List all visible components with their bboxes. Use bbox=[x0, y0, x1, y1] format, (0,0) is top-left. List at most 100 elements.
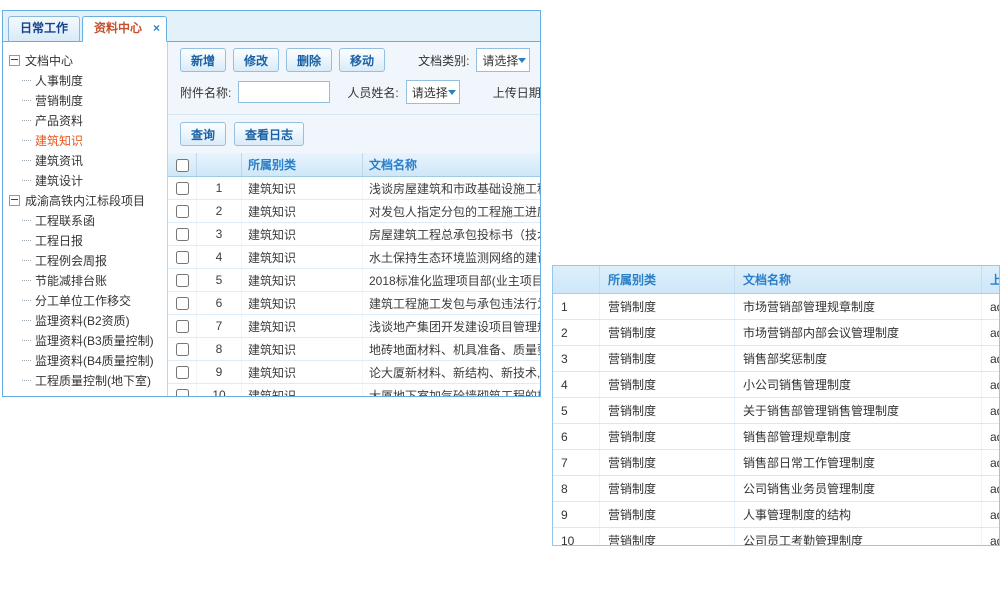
row-index-cell: 10 bbox=[553, 528, 600, 547]
checkbox-cell bbox=[168, 200, 197, 223]
category-cell: 营销制度 bbox=[600, 476, 735, 502]
tab-data-center[interactable]: 资料中心 × bbox=[82, 16, 167, 42]
person-name-label: 人员姓名: bbox=[347, 84, 398, 101]
tree-item-label: 文档中心 bbox=[25, 52, 73, 69]
tree-item[interactable]: 监理资料(B2资质) bbox=[9, 310, 165, 330]
table-row[interactable]: 10 建筑知识 大厦地下室加气砼墙砌筑工程的施工方... bbox=[168, 384, 540, 398]
delete-button[interactable]: 删除 bbox=[286, 48, 332, 72]
table-row[interactable]: 7 建筑知识 浅谈地产集团开发建设项目管理规划编... bbox=[168, 315, 540, 338]
table-row[interactable]: 8 营销制度 公司销售业务员管理制度 admin bbox=[553, 476, 1000, 502]
uploader-cell: admin bbox=[982, 450, 1000, 476]
tree-item[interactable]: 建筑设计 bbox=[9, 170, 165, 190]
tree-item[interactable]: 分工单位工作移交 bbox=[9, 290, 165, 310]
tree-item[interactable]: 工程日报 bbox=[9, 230, 165, 250]
table-row[interactable]: 2 建筑知识 对发包人指定分包的工程施工进度安排... bbox=[168, 200, 540, 223]
tree-item[interactable]: 产品资料 bbox=[9, 110, 165, 130]
row-index-cell: 8 bbox=[553, 476, 600, 502]
tree-item-label: 产品资料 bbox=[35, 112, 83, 129]
row-index-cell: 3 bbox=[197, 223, 242, 246]
collapse-icon[interactable] bbox=[9, 195, 20, 206]
row-index-cell: 6 bbox=[553, 424, 600, 450]
row-checkbox[interactable] bbox=[176, 228, 189, 241]
tree-item[interactable]: 人事制度 bbox=[9, 70, 165, 90]
row-index-cell: 10 bbox=[197, 384, 242, 398]
tree-item[interactable]: 工程联系函 bbox=[9, 210, 165, 230]
table-row[interactable]: 1 建筑知识 浅谈房屋建筑和市政基础设施工程施工... bbox=[168, 177, 540, 200]
doc-name-cell: 地砖地面材料、机具准备、质量要求及... bbox=[363, 338, 541, 361]
row-checkbox[interactable] bbox=[176, 343, 189, 356]
edit-button[interactable]: 修改 bbox=[233, 48, 279, 72]
table-row[interactable]: 4 营销制度 小公司销售管理制度 admin bbox=[553, 372, 1000, 398]
query-button[interactable]: 查询 bbox=[180, 122, 226, 146]
table-row[interactable]: 8 建筑知识 地砖地面材料、机具准备、质量要求及... bbox=[168, 338, 540, 361]
tree-item[interactable]: 营销制度 bbox=[9, 90, 165, 110]
doc-name-cell: 浅谈房屋建筑和市政基础设施工程施工... bbox=[363, 177, 541, 200]
table-row[interactable]: 6 营销制度 销售部管理规章制度 admin bbox=[553, 424, 1000, 450]
doc-name-header[interactable]: 文档名称 bbox=[735, 266, 982, 294]
tree-item[interactable]: 工程质量控制(地下室) bbox=[9, 370, 165, 390]
row-checkbox[interactable] bbox=[176, 366, 189, 379]
tree-item[interactable]: 工程例会周报 bbox=[9, 250, 165, 270]
table-row[interactable]: 4 建筑知识 水土保持生态环境监测网络的建设与资... bbox=[168, 246, 540, 269]
tab-close-icon[interactable]: × bbox=[153, 17, 160, 39]
table-row[interactable]: 2 营销制度 市场营销部内部会议管理制度 admin bbox=[553, 320, 1000, 346]
chevron-down-icon bbox=[448, 90, 456, 95]
collapse-icon[interactable] bbox=[9, 55, 20, 66]
row-checkbox[interactable] bbox=[176, 251, 189, 264]
action-row: 查询 查看日志 bbox=[168, 115, 540, 153]
table-row[interactable]: 7 营销制度 销售部日常工作管理制度 admin bbox=[553, 450, 1000, 476]
tree-item[interactable]: 建筑知识 bbox=[9, 130, 165, 150]
tree-item[interactable]: 监理资料(B3质量控制) bbox=[9, 330, 165, 350]
tree-item-label: 工程例会周报 bbox=[35, 252, 107, 269]
row-checkbox[interactable] bbox=[176, 320, 189, 333]
category-cell: 营销制度 bbox=[600, 294, 735, 320]
table-row[interactable]: 10 营销制度 公司员工考勤管理制度 admin bbox=[553, 528, 1000, 547]
table-row[interactable]: 5 营销制度 关于销售部管理销售管理制度 admin bbox=[553, 398, 1000, 424]
doc-name-header[interactable]: 文档名称 bbox=[363, 153, 541, 177]
uploader-cell: admin bbox=[982, 502, 1000, 528]
category-cell: 建筑知识 bbox=[242, 361, 363, 384]
row-checkbox[interactable] bbox=[176, 205, 189, 218]
view-log-button[interactable]: 查看日志 bbox=[234, 122, 304, 146]
row-checkbox[interactable] bbox=[176, 274, 189, 287]
doc-category-select[interactable]: 请选择 bbox=[476, 48, 530, 72]
person-name-select[interactable]: 请选择 bbox=[406, 80, 460, 104]
uploader-cell: admin bbox=[982, 424, 1000, 450]
row-index-cell: 1 bbox=[553, 294, 600, 320]
table-row[interactable]: 1 营销制度 市场营销部管理规章制度 admin bbox=[553, 294, 1000, 320]
row-checkbox[interactable] bbox=[176, 182, 189, 195]
move-button[interactable]: 移动 bbox=[339, 48, 385, 72]
table-row[interactable]: 6 建筑知识 建筑工程施工发包与承包违法行为认定... bbox=[168, 292, 540, 315]
category-header[interactable]: 所属别类 bbox=[242, 153, 363, 177]
category-cell: 营销制度 bbox=[600, 372, 735, 398]
select-all-checkbox[interactable] bbox=[176, 159, 189, 172]
tree-item[interactable]: 成渝高铁内江标段项目 bbox=[9, 190, 165, 210]
table-row[interactable]: 5 建筑知识 2018标准化监理项目部(业主项目部)人员... bbox=[168, 269, 540, 292]
category-header[interactable]: 所属别类 bbox=[600, 266, 735, 294]
tree-item[interactable]: 文档中心 bbox=[9, 50, 165, 70]
category-cell: 营销制度 bbox=[600, 528, 735, 547]
row-checkbox[interactable] bbox=[176, 389, 189, 397]
tree-item-label: 节能减排台账 bbox=[35, 272, 107, 289]
tree-item[interactable]: 建筑资讯 bbox=[9, 150, 165, 170]
doc-name-cell: 公司销售业务员管理制度 bbox=[735, 476, 982, 502]
tree-item-label: 监理资料(B4质量控制) bbox=[35, 352, 154, 369]
row-checkbox[interactable] bbox=[176, 297, 189, 310]
row-index-cell: 5 bbox=[197, 269, 242, 292]
doc-category-label: 文档类别: bbox=[418, 52, 469, 69]
table-row[interactable]: 3 营销制度 销售部奖惩制度 admin bbox=[553, 346, 1000, 372]
doc-name-cell: 公司员工考勤管理制度 bbox=[735, 528, 982, 547]
attachment-name-input[interactable] bbox=[238, 81, 330, 103]
tree-item[interactable]: 监理资料(B4质量控制) bbox=[9, 350, 165, 370]
grid-header-row: 所属别类 文档名称 上传... bbox=[553, 266, 1000, 294]
tree-item-label: 人事制度 bbox=[35, 72, 83, 89]
toolbar-row: 新增 修改 删除 移动 文档类别: 请选择 文档 bbox=[168, 48, 540, 72]
uploader-header[interactable]: 上传... bbox=[982, 266, 1000, 294]
tab-daily-work[interactable]: 日常工作 bbox=[8, 16, 80, 42]
category-cell: 营销制度 bbox=[600, 398, 735, 424]
table-row[interactable]: 9 建筑知识 论大厦新材料、新结构、新技术, 新工... bbox=[168, 361, 540, 384]
table-row[interactable]: 9 营销制度 人事管理制度的结构 admin bbox=[553, 502, 1000, 528]
table-row[interactable]: 3 建筑知识 房屋建筑工程总承包投标书（技术标）... bbox=[168, 223, 540, 246]
tree-item[interactable]: 节能减排台账 bbox=[9, 270, 165, 290]
add-button[interactable]: 新增 bbox=[180, 48, 226, 72]
